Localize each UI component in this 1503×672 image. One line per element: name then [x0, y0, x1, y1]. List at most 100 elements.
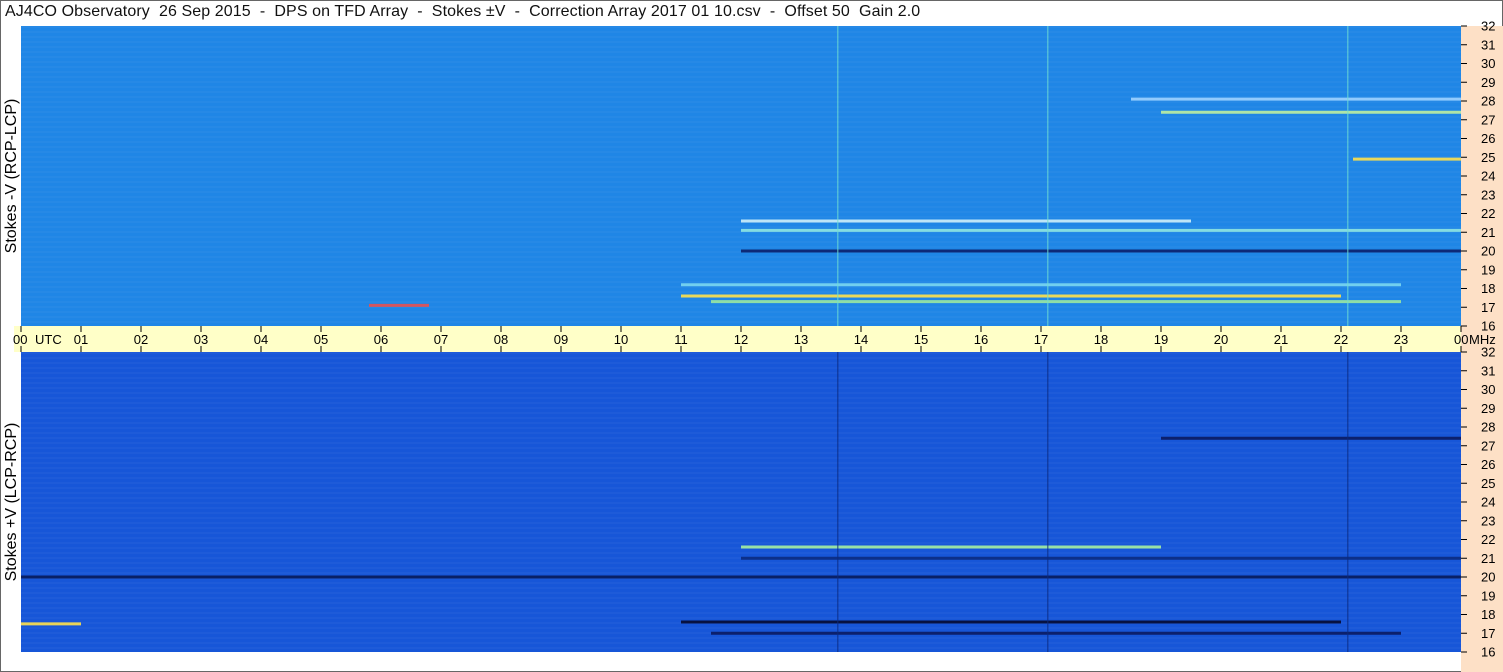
y-tick-label: 22: [1481, 206, 1495, 221]
spectrogram-window: AJ4CO Observatory 26 Sep 2015 - DPS on T…: [0, 0, 1503, 672]
time-tick-label: 10: [614, 332, 628, 347]
heatmap-band-bottom-0: [681, 620, 1341, 624]
y-tick-label: 30: [1481, 56, 1495, 71]
heatmap-texture-stripe: [21, 487, 1461, 489]
heatmap-texture-stripe: [21, 181, 1461, 183]
heatmap-band-top-0: [681, 294, 1341, 298]
y-tick-label: 23: [1481, 187, 1495, 202]
heatmap-texture-stripe: [21, 537, 1461, 539]
heatmap-texture-stripe: [21, 467, 1461, 469]
y-tick-label: 21: [1481, 551, 1495, 566]
heatmap-texture-stripe: [21, 116, 1461, 118]
heatmap-texture-stripe: [21, 31, 1461, 33]
heatmap-texture-stripe: [21, 161, 1461, 163]
heatmap-band-top-2: [681, 283, 1401, 287]
time-tick-label: 06: [374, 332, 388, 347]
y-tick-label: 20: [1481, 244, 1495, 259]
heatmap-texture-stripe: [21, 522, 1461, 524]
heatmap-texture-stripe: [21, 482, 1461, 484]
heatmap-texture-stripe: [21, 246, 1461, 248]
heatmap-band-top-5: [741, 219, 1191, 223]
heatmap-band-top-1: [711, 300, 1401, 304]
y-tick-label: 28: [1481, 420, 1495, 435]
mhz-label: MHz: [1469, 332, 1496, 347]
time-tick-label: 05: [314, 332, 328, 347]
heatmap-texture-stripe: [21, 156, 1461, 158]
heatmap-texture-stripe: [21, 56, 1461, 58]
heatmap-texture-stripe: [21, 387, 1461, 389]
heatmap-texture-stripe: [21, 176, 1461, 178]
y-tick-label: 27: [1481, 438, 1495, 453]
heatmap-texture-stripe: [21, 647, 1461, 649]
heatmap-texture-stripe: [21, 121, 1461, 123]
heatmap-texture-stripe: [21, 91, 1461, 93]
heatmap-texture-stripe: [21, 562, 1461, 564]
time-tick-label: 17: [1034, 332, 1048, 347]
y-tick-label: 21: [1481, 225, 1495, 240]
heatmap-texture-stripe: [21, 477, 1461, 479]
heatmap-texture-stripe: [21, 36, 1461, 38]
heatmap-band-top-3: [741, 249, 1461, 253]
time-tick-label: 04: [254, 332, 268, 347]
time-tick-label: 19: [1154, 332, 1168, 347]
heatmap-vertical-line-bottom-0: [837, 352, 839, 652]
heatmap-texture-stripe: [21, 166, 1461, 168]
heatmap-texture-stripe: [21, 126, 1461, 128]
heatmap-texture-stripe: [21, 427, 1461, 429]
heatmap-texture-stripe: [21, 216, 1461, 218]
y-axis-label-bottom: Stokes +V (LCP-RCP): [3, 423, 20, 582]
heatmap-texture-stripe: [21, 51, 1461, 53]
heatmap-texture-stripe: [21, 241, 1461, 243]
heatmap-texture-stripe: [21, 512, 1461, 514]
heatmap-texture-stripe: [21, 46, 1461, 48]
y-tick-label: 24: [1481, 495, 1495, 510]
heatmap-texture-stripe: [21, 527, 1461, 529]
heatmap-vertical-line-bottom-1: [1047, 352, 1049, 652]
heatmap-band-top-4: [741, 228, 1461, 232]
time-tick-label: 00: [1454, 332, 1468, 347]
heatmap-texture-stripe: [21, 291, 1461, 293]
y-tick-label: 17: [1481, 300, 1495, 315]
heatmap-texture-stripe: [21, 582, 1461, 584]
y-tick-label: 20: [1481, 570, 1495, 585]
y-tick-label: 18: [1481, 281, 1495, 296]
heatmap-texture-stripe: [21, 316, 1461, 318]
heatmap-texture-stripe: [21, 286, 1461, 288]
heatmap-texture-stripe: [21, 101, 1461, 103]
time-tick-label: 01: [74, 332, 88, 347]
heatmap-texture-stripe: [21, 412, 1461, 414]
heatmap-texture-stripe: [21, 196, 1461, 198]
y-tick-label: 25: [1481, 476, 1495, 491]
heatmap-texture-stripe: [21, 131, 1461, 133]
y-tick-label: 26: [1481, 457, 1495, 472]
heatmap-texture-stripe: [21, 191, 1461, 193]
heatmap-texture-stripe: [21, 377, 1461, 379]
y-tick-label: 23: [1481, 513, 1495, 528]
time-tick-label: 16: [974, 332, 988, 347]
heatmap-vertical-line-top-1: [1047, 26, 1049, 326]
y-tick-label: 16: [1481, 645, 1495, 660]
heatmap-texture-stripe: [21, 457, 1461, 459]
heatmap-texture-stripe: [21, 382, 1461, 384]
heatmap-texture-stripe: [21, 627, 1461, 629]
heatmap-texture-stripe: [21, 41, 1461, 43]
y-tick-label: 31: [1481, 37, 1495, 52]
y-tick-label: 19: [1481, 262, 1495, 277]
heatmap-texture-stripe: [21, 261, 1461, 263]
heatmap-texture-stripe: [21, 306, 1461, 308]
heatmap-texture-stripe: [21, 397, 1461, 399]
heatmap-texture-stripe: [21, 597, 1461, 599]
y-tick-label: 24: [1481, 169, 1495, 184]
heatmap-texture-stripe: [21, 452, 1461, 454]
heatmap-texture-stripe: [21, 502, 1461, 504]
heatmap-band-bottom-6: [21, 622, 81, 626]
y-tick-label: 18: [1481, 607, 1495, 622]
heatmap-texture-stripe: [21, 532, 1461, 534]
heatmap-texture-stripe: [21, 266, 1461, 268]
heatmap-band-bottom-3: [741, 545, 1161, 549]
heatmap-texture-stripe: [21, 417, 1461, 419]
heatmap-texture-stripe: [21, 352, 1461, 354]
heatmap-texture-stripe: [21, 442, 1461, 444]
heatmap-texture-stripe: [21, 472, 1461, 474]
heatmap-band-top-7: [1161, 110, 1461, 114]
